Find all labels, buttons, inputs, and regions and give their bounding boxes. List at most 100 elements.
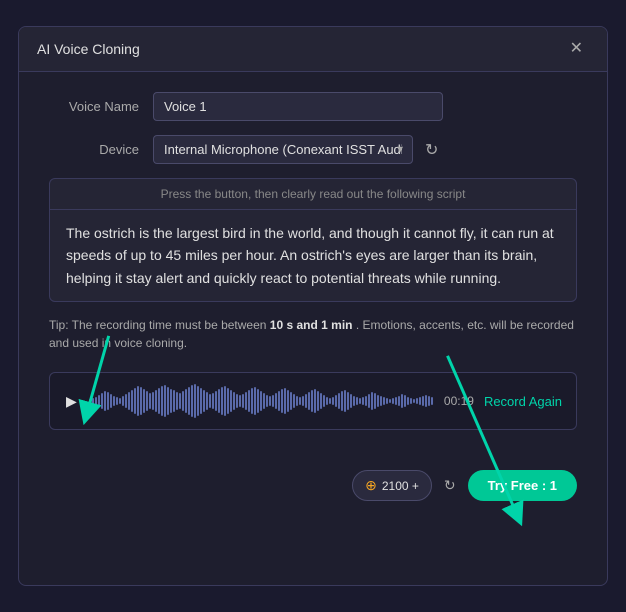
waveform-bar — [104, 391, 106, 411]
waveform-bar — [398, 396, 400, 406]
waveform-bar — [122, 396, 124, 406]
waveform-bar — [386, 398, 388, 404]
waveform-bar — [134, 388, 136, 414]
waveform-bar — [185, 389, 187, 413]
waveform-bar — [92, 398, 94, 404]
waveform-bar — [353, 396, 355, 406]
waveform-bar — [218, 389, 220, 413]
waveform-bar — [419, 397, 421, 405]
device-controls: Internal Microphone (Conexant ISST Audio… — [153, 135, 442, 164]
close-button[interactable]: ✕ — [564, 39, 589, 59]
waveform-bar — [335, 395, 337, 407]
waveform-bar — [293, 394, 295, 408]
waveform-bar — [362, 397, 364, 405]
waveform-bar — [128, 392, 130, 410]
waveform-bar — [137, 386, 139, 416]
waveform-bar — [224, 386, 226, 416]
waveform-bar — [377, 395, 379, 407]
waveform-bar — [161, 386, 163, 416]
waveform-bar — [317, 391, 319, 411]
waveform-bar — [374, 393, 376, 409]
script-container: Press the button, then clearly read out … — [49, 178, 577, 302]
waveform-bar — [323, 395, 325, 407]
waveform-bar — [242, 394, 244, 408]
waveform-bar — [101, 393, 103, 409]
waveform-bar — [89, 399, 91, 403]
waveform-bar — [98, 395, 100, 407]
waveform-bar — [131, 390, 133, 412]
waveform-bar — [338, 393, 340, 409]
script-text: The ostrich is the largest bird in the w… — [50, 210, 576, 301]
waveform-bar — [320, 393, 322, 409]
waveform-bar — [299, 397, 301, 405]
waveform-bar — [356, 397, 358, 405]
waveform-bar — [188, 387, 190, 415]
dialog-title: AI Voice Cloning — [37, 41, 140, 57]
waveform-bar — [140, 387, 142, 415]
waveform-bar — [260, 391, 262, 411]
waveform-bar — [410, 398, 412, 404]
dialog-header: AI Voice Cloning ✕ — [19, 27, 607, 72]
waveform-bar — [149, 393, 151, 409]
credits-icon: ⊕ — [365, 477, 377, 494]
waveform-bar — [233, 392, 235, 410]
voice-name-input[interactable] — [153, 92, 443, 121]
waveform-bar — [257, 389, 259, 413]
waveform-bar — [371, 392, 373, 410]
voice-name-row: Voice Name — [49, 92, 577, 121]
waveform-bar — [383, 397, 385, 405]
waveform-bar — [182, 391, 184, 411]
waveform-bar — [173, 390, 175, 412]
waveform-bar — [407, 397, 409, 405]
try-free-button[interactable]: Try Free : 1 — [468, 470, 577, 501]
waveform-bar — [230, 390, 232, 412]
waveform-bar — [143, 389, 145, 413]
credits-label: 2100 + — [382, 479, 419, 493]
waveform-bar — [251, 388, 253, 414]
waveform-bar — [392, 398, 394, 404]
play-button[interactable]: ▶ — [64, 391, 79, 412]
waveform-bar — [266, 395, 268, 407]
waveform-bar — [368, 394, 370, 408]
waveform-bar — [212, 393, 214, 409]
waveform-bar — [152, 392, 154, 410]
waveform-bar — [239, 395, 241, 407]
waveform-bar — [278, 391, 280, 411]
waveform-bar — [311, 390, 313, 412]
waveform-bar — [209, 394, 211, 408]
waveform-bar — [200, 388, 202, 414]
waveform-bar — [365, 396, 367, 406]
waveform-bar — [308, 392, 310, 410]
time-display: 00:19 — [444, 394, 474, 408]
device-select[interactable]: Internal Microphone (Conexant ISST Audio… — [153, 135, 413, 164]
waveform-bar — [284, 388, 286, 414]
waveform-bar — [425, 395, 427, 407]
credits-button[interactable]: ⊕ 2100 + — [352, 470, 432, 501]
waveform-bar — [95, 397, 97, 405]
waveform-bar — [302, 396, 304, 406]
waveform-bar — [191, 385, 193, 417]
waveform-bar — [215, 391, 217, 411]
refresh-device-button[interactable]: ↻ — [421, 136, 442, 164]
tip-bold: 10 s and 1 min — [270, 318, 353, 332]
waveform-bar — [422, 396, 424, 406]
record-again-button[interactable]: Record Again — [484, 394, 562, 409]
waveform-bar — [110, 394, 112, 408]
waveform-bar — [287, 390, 289, 412]
waveform-bar — [329, 398, 331, 404]
waveform-bar — [314, 389, 316, 413]
waveform-bar — [290, 392, 292, 410]
waveform-bar — [203, 390, 205, 412]
waveform-bar — [281, 389, 283, 413]
waveform-bar — [197, 386, 199, 416]
waveform-bar — [245, 392, 247, 410]
waveform-bar — [344, 390, 346, 412]
waveform-bar — [359, 398, 361, 404]
refresh-credits-button[interactable]: ↻ — [442, 475, 458, 496]
device-label: Device — [49, 142, 139, 157]
waveform-bar — [413, 399, 415, 403]
dialog-body: Voice Name Device Internal Microphone (C… — [19, 72, 607, 470]
waveform-bar — [164, 385, 166, 417]
waveform-bar — [236, 394, 238, 408]
ai-voice-cloning-dialog: AI Voice Cloning ✕ Voice Name Device Int… — [18, 26, 608, 586]
